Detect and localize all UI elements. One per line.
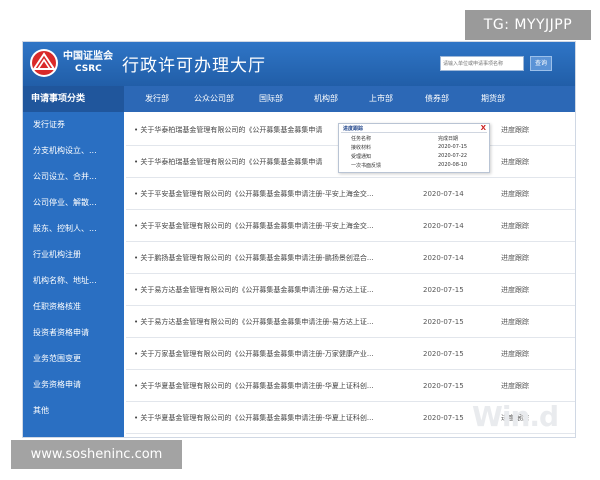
category-heading: 申请事项分类 xyxy=(23,86,124,112)
sidebar-item[interactable]: 机构名称、地址... xyxy=(23,268,124,294)
row-title[interactable]: • 关于华泰柏瑞基金管理有限公司的《公开募集基金募集申请 xyxy=(134,146,322,178)
progress-link[interactable]: 进度跟踪 xyxy=(501,370,529,402)
sidebar-item[interactable]: 任职资格核准 xyxy=(23,294,124,320)
progress-popup: 进度跟踪 X 任务名称 完成日期 接收材料 2020-07-15 受理通知 20… xyxy=(338,123,490,173)
row-title[interactable]: • 关于平安基金管理有限公司的《公开募集基金募集申请注册-平安上海金交... xyxy=(134,178,374,210)
popup-step-date: 2020-07-15 xyxy=(438,144,468,150)
progress-link[interactable]: 进度跟踪 xyxy=(501,306,529,338)
row-date: 2020-07-14 xyxy=(423,222,464,230)
sidebar-item[interactable]: 公司停业、解散... xyxy=(23,190,124,216)
page-title: 行政许可办理大厅 xyxy=(122,56,266,76)
progress-link[interactable]: 进度跟踪 xyxy=(501,178,529,210)
table-row: • 关于平安基金管理有限公司的《公开募集基金募集申请注册-平安上海金交... 2… xyxy=(126,210,575,242)
sidebar-item[interactable]: 其他 xyxy=(23,398,124,424)
site-tag: www.sosheninc.com xyxy=(11,440,182,469)
table-row: • 关于鹏扬基金管理有限公司的《公开募集基金募集申请注册-鹏扬景创混合... 2… xyxy=(126,242,575,274)
logo-cn: 中国证监会 xyxy=(63,51,113,62)
popup-step-label: 受理通知 xyxy=(351,154,372,160)
row-date: 2020-07-15 xyxy=(423,414,464,422)
popup-step-label: 接收材料 xyxy=(351,145,372,151)
screenshot-stage: TG: MYYJJPP 中国证监会 CSRC 行政许可办理大厅 查询 申请事项分… xyxy=(0,0,600,480)
row-date: 2020-07-15 xyxy=(423,382,464,390)
sidebar-item[interactable]: 行业机构注册 xyxy=(23,242,124,268)
top-nav: 申请事项分类 发行部 公众公司部 国际部 机构部 上市部 债券部 期货部 xyxy=(23,86,575,112)
logo-en: CSRC xyxy=(75,64,102,74)
row-title[interactable]: • 关于易方达基金管理有限公司的《公开募集基金募集申请注册-易方达上证... xyxy=(134,274,374,306)
row-title[interactable]: • 关于万家基金管理有限公司的《公开募集基金募集申请注册-万家健康产业... xyxy=(134,338,374,370)
tab-qhb[interactable]: 期货部 xyxy=(481,86,505,112)
table-row: • 关于华夏基金管理有限公司的《公开募集基金募集申请注册-华夏上证科创... 2… xyxy=(126,370,575,402)
popup-title: 进度跟踪 xyxy=(343,126,364,132)
tab-gjb[interactable]: 国际部 xyxy=(259,86,283,112)
tab-jgb[interactable]: 机构部 xyxy=(314,86,338,112)
watermark: Win.d xyxy=(472,400,559,433)
app-window: 中国证监会 CSRC 行政许可办理大厅 查询 申请事项分类 发行部 公众公司部 … xyxy=(22,41,576,438)
row-title[interactable]: • 关于易方达基金管理有限公司的《公开募集基金募集申请注册-易方达上证... xyxy=(134,306,374,338)
tab-gzgsb[interactable]: 公众公司部 xyxy=(194,86,234,112)
logo-text: 中国证监会 CSRC xyxy=(63,50,113,75)
row-title[interactable]: • 关于华泰柏瑞基金管理有限公司的《公开募集基金募集申请 xyxy=(134,114,322,146)
row-date: 2020-07-14 xyxy=(423,190,464,198)
popup-step-date: 2020-08-10 xyxy=(438,162,468,168)
popup-step-label: 一次书面反馈 xyxy=(351,163,382,169)
progress-link[interactable]: 进度跟踪 xyxy=(501,274,529,306)
progress-link[interactable]: 进度跟踪 xyxy=(501,146,529,178)
popup-header-label: 任务名称 xyxy=(351,136,372,142)
sidebar-item[interactable]: 业务范围变更 xyxy=(23,346,124,372)
sidebar: 发行证券 分支机构设立、... 公司设立、合并... 公司停业、解散... 股东… xyxy=(23,112,124,437)
csrc-logo-icon xyxy=(30,49,58,77)
close-icon[interactable]: X xyxy=(481,124,486,132)
search-input[interactable] xyxy=(440,56,524,71)
progress-link[interactable]: 进度跟踪 xyxy=(501,338,529,370)
sidebar-item[interactable]: 公司设立、合并... xyxy=(23,164,124,190)
search-button[interactable]: 查询 xyxy=(530,56,552,71)
popup-step-date: 2020-07-22 xyxy=(438,153,468,159)
header: 中国证监会 CSRC 行政许可办理大厅 查询 xyxy=(23,42,575,86)
table-row: • 关于平安基金管理有限公司的《公开募集基金募集申请注册-平安上海金交... 2… xyxy=(126,178,575,210)
tab-fxb[interactable]: 发行部 xyxy=(145,86,169,112)
table-row: • 关于易方达基金管理有限公司的《公开募集基金募集申请注册-易方达上证... 2… xyxy=(126,306,575,338)
tab-ssb[interactable]: 上市部 xyxy=(369,86,393,112)
progress-link[interactable]: 进度跟踪 xyxy=(501,114,529,146)
row-date: 2020-07-15 xyxy=(423,286,464,294)
popup-divider xyxy=(341,132,487,133)
row-title[interactable]: • 关于华夏基金管理有限公司的《公开募集基金募集申请注册-华夏上证科创... xyxy=(134,370,374,402)
row-title[interactable]: • 关于平安基金管理有限公司的《公开募集基金募集申请注册-平安上海金交... xyxy=(134,210,374,242)
row-title[interactable]: • 关于鹏扬基金管理有限公司的《公开募集基金募集申请注册-鹏扬景创混合... xyxy=(134,242,374,274)
sidebar-item[interactable]: 投资者资格申请 xyxy=(23,320,124,346)
sidebar-item[interactable]: 发行证券 xyxy=(23,112,124,138)
tab-zqb[interactable]: 债券部 xyxy=(425,86,449,112)
row-date: 2020-07-15 xyxy=(423,350,464,358)
sidebar-item[interactable]: 分支机构设立、... xyxy=(23,138,124,164)
progress-link[interactable]: 进度跟踪 xyxy=(501,210,529,242)
row-date: 2020-07-14 xyxy=(423,254,464,262)
row-date: 2020-07-15 xyxy=(423,318,464,326)
overlay-tag: TG: MYYJJPP xyxy=(465,10,591,40)
progress-link[interactable]: 进度跟踪 xyxy=(501,242,529,274)
table-row: • 关于万家基金管理有限公司的《公开募集基金募集申请注册-万家健康产业... 2… xyxy=(126,338,575,370)
table-row: • 关于易方达基金管理有限公司的《公开募集基金募集申请注册-易方达上证... 2… xyxy=(126,274,575,306)
row-title[interactable]: • 关于华夏基金管理有限公司的《公开募集基金募集申请注册-华夏上证科创... xyxy=(134,402,374,434)
sidebar-item[interactable]: 股东、控制人、... xyxy=(23,216,124,242)
sidebar-item[interactable]: 业务资格申请 xyxy=(23,372,124,398)
popup-header-value: 完成日期 xyxy=(438,136,459,142)
